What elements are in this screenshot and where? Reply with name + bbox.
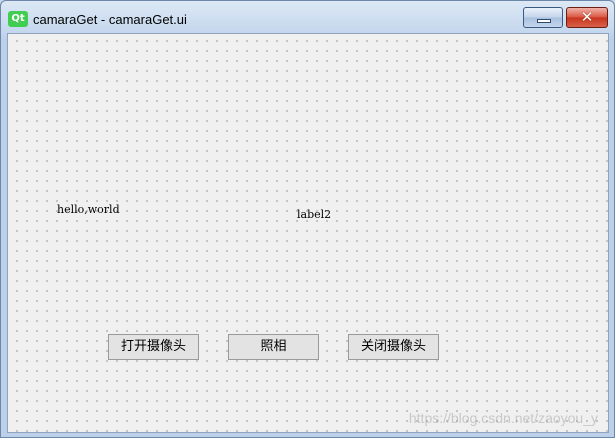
label-2[interactable]: label2 [297,208,331,221]
title-bar[interactable]: Qt camaraGet - camaraGet.ui ✕ [1,1,614,33]
take-photo-button[interactable]: 照相 [228,334,319,360]
window-title: camaraGet - camaraGet.ui [33,12,187,27]
close-camera-button[interactable]: 关闭摄像头 [348,334,439,360]
close-icon: ✕ [580,8,594,26]
designer-window: Qt camaraGet - camaraGet.ui ✕ hello,worl… [0,0,615,438]
label-hello-world[interactable]: hello,world [57,203,120,216]
minimize-button[interactable] [523,7,563,28]
watermark-text: https://blog.csdn.net/zaoyou_y [408,410,598,426]
form-canvas[interactable]: hello,world label2 打开摄像头 照相 关闭摄像头 https:… [7,33,609,433]
open-camera-button[interactable]: 打开摄像头 [108,334,199,360]
minimize-icon [537,19,551,23]
qt-logo-icon: Qt [8,11,28,27]
close-window-button[interactable]: ✕ [566,7,608,28]
